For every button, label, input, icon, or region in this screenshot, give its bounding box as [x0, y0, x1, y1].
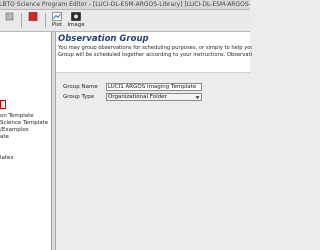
window-title: LBTO Science Program Editor - [LUCI-DL-E… [0, 1, 250, 8]
tree-selection-marker[interactable] [0, 100, 6, 109]
toolbar-separator [21, 13, 22, 28]
toolbar: Plot Image [0, 10, 250, 32]
window-titlebar: LBTO Science Program Editor - [LUCI-DL-E… [0, 0, 250, 10]
tree-item[interactable]: /Examples [0, 127, 29, 134]
image-icon [71, 12, 81, 21]
toolbar-partial-button[interactable] [0, 11, 18, 30]
plot-icon [52, 12, 62, 21]
program-tree-pane: on Template Science Template /Examples a… [0, 32, 52, 250]
partial-icon [5, 12, 14, 21]
image-label: Image [67, 22, 85, 28]
group-type-label: Group Type [63, 94, 95, 100]
header-description-line: You may group observations for schedulin… [58, 45, 252, 51]
image-button[interactable]: Image [67, 11, 85, 30]
chevron-down-icon [195, 96, 200, 99]
group-name-field[interactable]: LUCI1 ARGOS Imaging Template [106, 83, 202, 91]
group-type-select[interactable]: Organizational Folder [106, 93, 202, 101]
plot-button[interactable]: Plot [48, 11, 66, 30]
plot-label: Plot [51, 22, 63, 28]
toolbar-separator [45, 13, 46, 28]
tree-item[interactable]: ate [0, 134, 9, 141]
red-square-icon [28, 12, 38, 21]
tree-item[interactable]: Science Template [0, 120, 48, 127]
page-title: Observation Group [58, 34, 149, 44]
header-description-line: Group will be scheduled together accordi… [58, 52, 252, 58]
toolbar-red-button[interactable] [24, 11, 42, 30]
tree-item[interactable]: on Template [0, 113, 34, 120]
editor-pane: Observation Group You may group observat… [56, 32, 252, 250]
group-type-value: Organizational Folder [108, 94, 167, 100]
tree-item[interactable]: lates [0, 155, 13, 162]
group-name-label: Group Name [63, 84, 98, 90]
editor-header: Observation Group You may group observat… [56, 32, 252, 73]
